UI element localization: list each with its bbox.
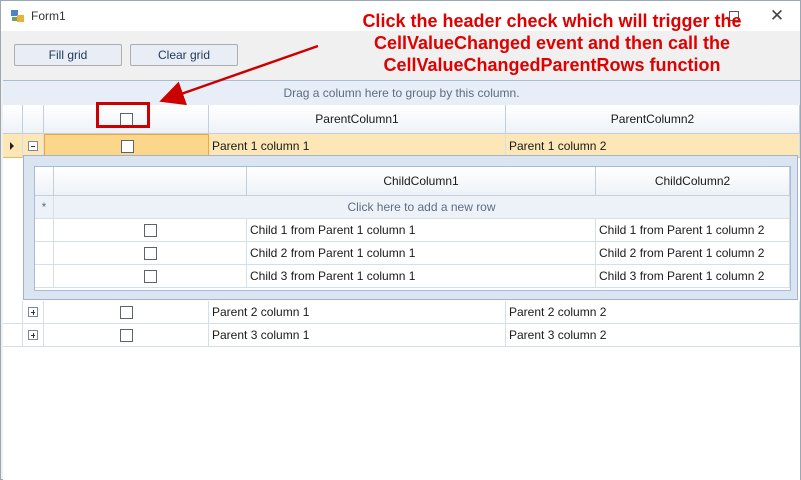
child-check-cell[interactable] (54, 219, 247, 242)
row-indicator-header (3, 105, 23, 134)
column-header-parentcolumn1[interactable]: ParentColumn1 (209, 105, 506, 134)
column-header-childcolumn1[interactable]: ChildColumn1 (247, 167, 596, 196)
fill-grid-button[interactable]: Fill grid (14, 44, 122, 66)
cell-childcolumn2[interactable]: Child 3 from Parent 1 column 2 (596, 265, 790, 288)
cell-childcolumn2[interactable]: Child 1 from Parent 1 column 2 (596, 219, 790, 242)
new-row-marker: * (35, 196, 54, 219)
parent-grid[interactable]: Drag a column here to group by this colu… (3, 80, 800, 480)
child-check-cell[interactable] (54, 265, 247, 288)
table-row[interactable]: Parent 3 column 1 Parent 3 column 2 (3, 324, 801, 347)
cell-parentcolumn1[interactable]: Parent 3 column 1 (209, 324, 506, 347)
row-check-cell[interactable] (44, 324, 209, 347)
table-row[interactable]: Parent 2 column 1 Parent 2 column 2 (3, 301, 801, 324)
window-title: Form1 (31, 9, 66, 23)
child-row-indicator (35, 265, 54, 288)
table-row[interactable]: Child 3 from Parent 1 column 1 Child 3 f… (35, 265, 790, 288)
expander-cell[interactable] (23, 324, 44, 347)
child-check-cell[interactable] (54, 242, 247, 265)
cell-childcolumn1[interactable]: Child 1 from Parent 1 column 1 (247, 219, 596, 242)
child-checkbox[interactable] (144, 224, 157, 237)
annotation-highlight-box (96, 102, 150, 128)
row-indicator (3, 301, 23, 324)
cell-childcolumn1[interactable]: Child 3 from Parent 1 column 1 (247, 265, 596, 288)
add-new-row-prompt[interactable]: Click here to add a new row (54, 196, 790, 219)
child-row-indicator-header (35, 167, 54, 196)
row-checkbox[interactable] (120, 140, 134, 153)
expand-icon[interactable] (28, 330, 38, 340)
cell-childcolumn2[interactable]: Child 2 from Parent 1 column 2 (596, 242, 790, 265)
row-indicator (3, 324, 23, 347)
row-check-cell[interactable] (44, 301, 209, 324)
child-row-indicator (35, 242, 54, 265)
column-header-childcolumn2[interactable]: ChildColumn2 (596, 167, 790, 196)
expand-icon[interactable] (28, 307, 38, 317)
child-grid[interactable]: ChildColumn1 ChildColumn2 * Click here t… (34, 166, 791, 291)
new-row[interactable]: * Click here to add a new row (35, 196, 790, 219)
table-row[interactable]: Child 1 from Parent 1 column 1 Child 1 f… (35, 219, 790, 242)
child-check-header[interactable] (54, 167, 247, 196)
app-icon (11, 10, 24, 22)
expander-cell[interactable] (23, 301, 44, 324)
current-row-arrow-icon (10, 141, 14, 150)
column-header-parentcolumn2[interactable]: ParentColumn2 (506, 105, 800, 134)
cell-parentcolumn1[interactable]: Parent 2 column 1 (209, 301, 506, 324)
detail-panel: ChildColumn1 ChildColumn2 * Click here t… (23, 155, 798, 300)
row-indicator (3, 134, 23, 158)
clear-grid-button[interactable]: Clear grid (130, 44, 238, 66)
collapse-icon[interactable] (28, 140, 38, 151)
cell-childcolumn1[interactable]: Child 2 from Parent 1 column 1 (247, 242, 596, 265)
cell-parentcolumn2[interactable]: Parent 2 column 2 (506, 301, 800, 324)
table-row[interactable]: Child 2 from Parent 1 column 1 Child 2 f… (35, 242, 790, 265)
child-header-row: ChildColumn1 ChildColumn2 (35, 167, 790, 196)
child-checkbox[interactable] (144, 247, 157, 260)
child-checkbox[interactable] (144, 270, 157, 283)
child-row-indicator (35, 219, 54, 242)
annotation-text: Click the header check which will trigge… (362, 11, 742, 75)
expander-header (23, 105, 44, 134)
row-checkbox[interactable] (120, 306, 133, 319)
row-checkbox[interactable] (120, 329, 133, 342)
cell-parentcolumn2[interactable]: Parent 3 column 2 (506, 324, 800, 347)
